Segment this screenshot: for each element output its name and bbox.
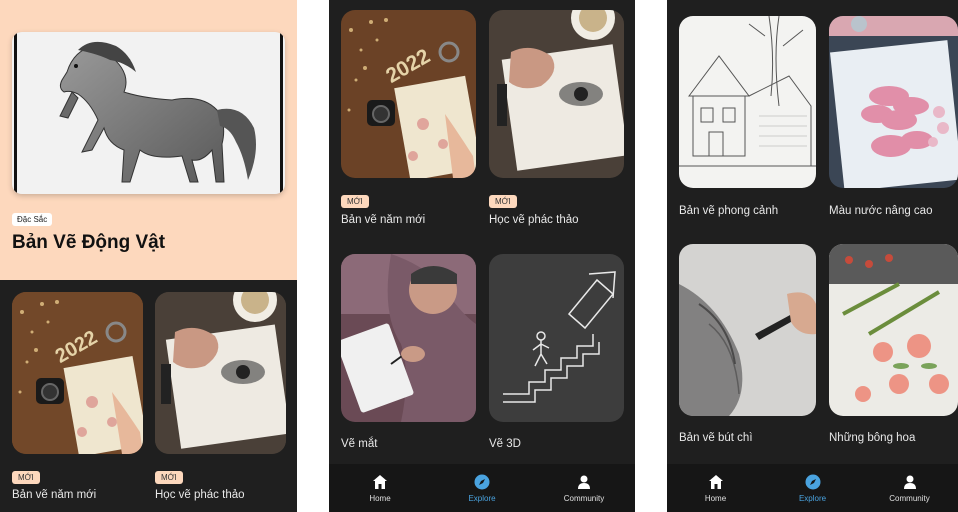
house-sketch-illustration — [679, 16, 816, 188]
card-badge-new: MỚI — [155, 471, 183, 484]
card-pencil-drawing[interactable] — [679, 244, 816, 416]
compass-icon — [474, 474, 490, 489]
nav-home[interactable]: Home — [340, 474, 420, 503]
home-icon — [708, 474, 723, 489]
card-label: Vẽ 3D — [489, 438, 521, 450]
nav-explore[interactable]: Explore — [442, 474, 522, 503]
card-badge-new: MỚI — [12, 471, 40, 484]
card-label: Màu nước nâng cao — [829, 205, 933, 217]
card-label: Bản vẽ phong cảnh — [679, 205, 779, 217]
card-3d-drawing[interactable] — [489, 254, 624, 422]
featured-image-horse[interactable] — [12, 32, 285, 194]
card-label: Bản vẽ năm mới — [341, 214, 426, 226]
featured-badge: Đặc Sắc — [12, 213, 53, 226]
flower-watercolor-photo — [829, 244, 958, 416]
man-drawing-photo — [341, 254, 476, 422]
person-icon — [578, 475, 590, 489]
card-sketch-learning[interactable] — [489, 10, 624, 178]
card-label: Bản vẽ năm mới — [12, 489, 97, 501]
featured-title: Bản Vẽ Động Vật — [12, 232, 166, 253]
image-edge — [280, 32, 283, 194]
card-badge-new: MỚI — [341, 195, 369, 208]
horse-sketch-illustration — [59, 41, 256, 183]
phone-screen-featured: Đặc Sắc Bản Vẽ Động Vật 2022 MỚI Bản vẽ … — [0, 0, 297, 512]
nav-community[interactable]: Community — [870, 474, 950, 503]
card-landscape-drawing[interactable] — [679, 16, 816, 188]
card-new-year-drawing[interactable]: 2022 — [12, 292, 143, 454]
card-flowers-drawing[interactable] — [829, 244, 958, 416]
nav-label: Home — [704, 493, 727, 503]
new-year-desk-photo: 2022 — [341, 10, 476, 178]
image-edge — [14, 32, 17, 194]
nav-label: Explore — [468, 493, 496, 503]
nav-label: Explore — [798, 493, 827, 503]
pencil-shading-photo — [679, 244, 816, 416]
card-label: Bản vẽ bút chì — [679, 432, 753, 444]
nav-label: Home — [369, 493, 391, 503]
nav-home[interactable]: Home — [676, 474, 756, 503]
card-sketch-learning[interactable] — [155, 292, 286, 454]
card-watercolor-advanced[interactable] — [829, 16, 958, 188]
sketch-notebook-photo — [155, 292, 286, 454]
sketch-notebook-photo — [489, 10, 624, 178]
phone-screen-explore-more: Bản vẽ phong cảnh Màu nước nâng cao Bản … — [667, 0, 958, 512]
nav-community[interactable]: Community — [544, 474, 624, 503]
nav-label: Community — [889, 493, 930, 503]
nav-label: Community — [563, 493, 605, 503]
phone-screen-explore: 2022 MỚI Bản vẽ năm mới MỚI Học vẽ phác … — [329, 0, 635, 512]
new-year-desk-photo: 2022 — [12, 292, 143, 454]
chalkboard-stairs-illustration — [489, 254, 624, 422]
bottom-navigation: Home Explore Community — [329, 464, 635, 512]
card-new-year-drawing[interactable]: 2022 — [341, 10, 476, 178]
screenshot-collage: Đặc Sắc Bản Vẽ Động Vật 2022 MỚI Bản vẽ … — [0, 0, 958, 512]
featured-banner[interactable]: Đặc Sắc Bản Vẽ Động Vật — [0, 0, 297, 280]
compass-icon — [805, 474, 820, 489]
home-icon — [373, 474, 387, 489]
card-label: Vẽ mắt — [341, 438, 378, 450]
card-badge-new: MỚI — [489, 195, 517, 208]
card-label: Học vẽ phác thảo — [489, 214, 579, 226]
bottom-navigation: Home Explore Community — [667, 464, 958, 512]
succulent-watercolor-photo — [829, 16, 958, 188]
card-label: Những bông hoa — [829, 432, 916, 444]
card-eye-drawing[interactable] — [341, 254, 476, 422]
nav-explore[interactable]: Explore — [773, 474, 853, 503]
card-label: Học vẽ phác thảo — [155, 489, 245, 501]
person-icon — [903, 475, 916, 489]
